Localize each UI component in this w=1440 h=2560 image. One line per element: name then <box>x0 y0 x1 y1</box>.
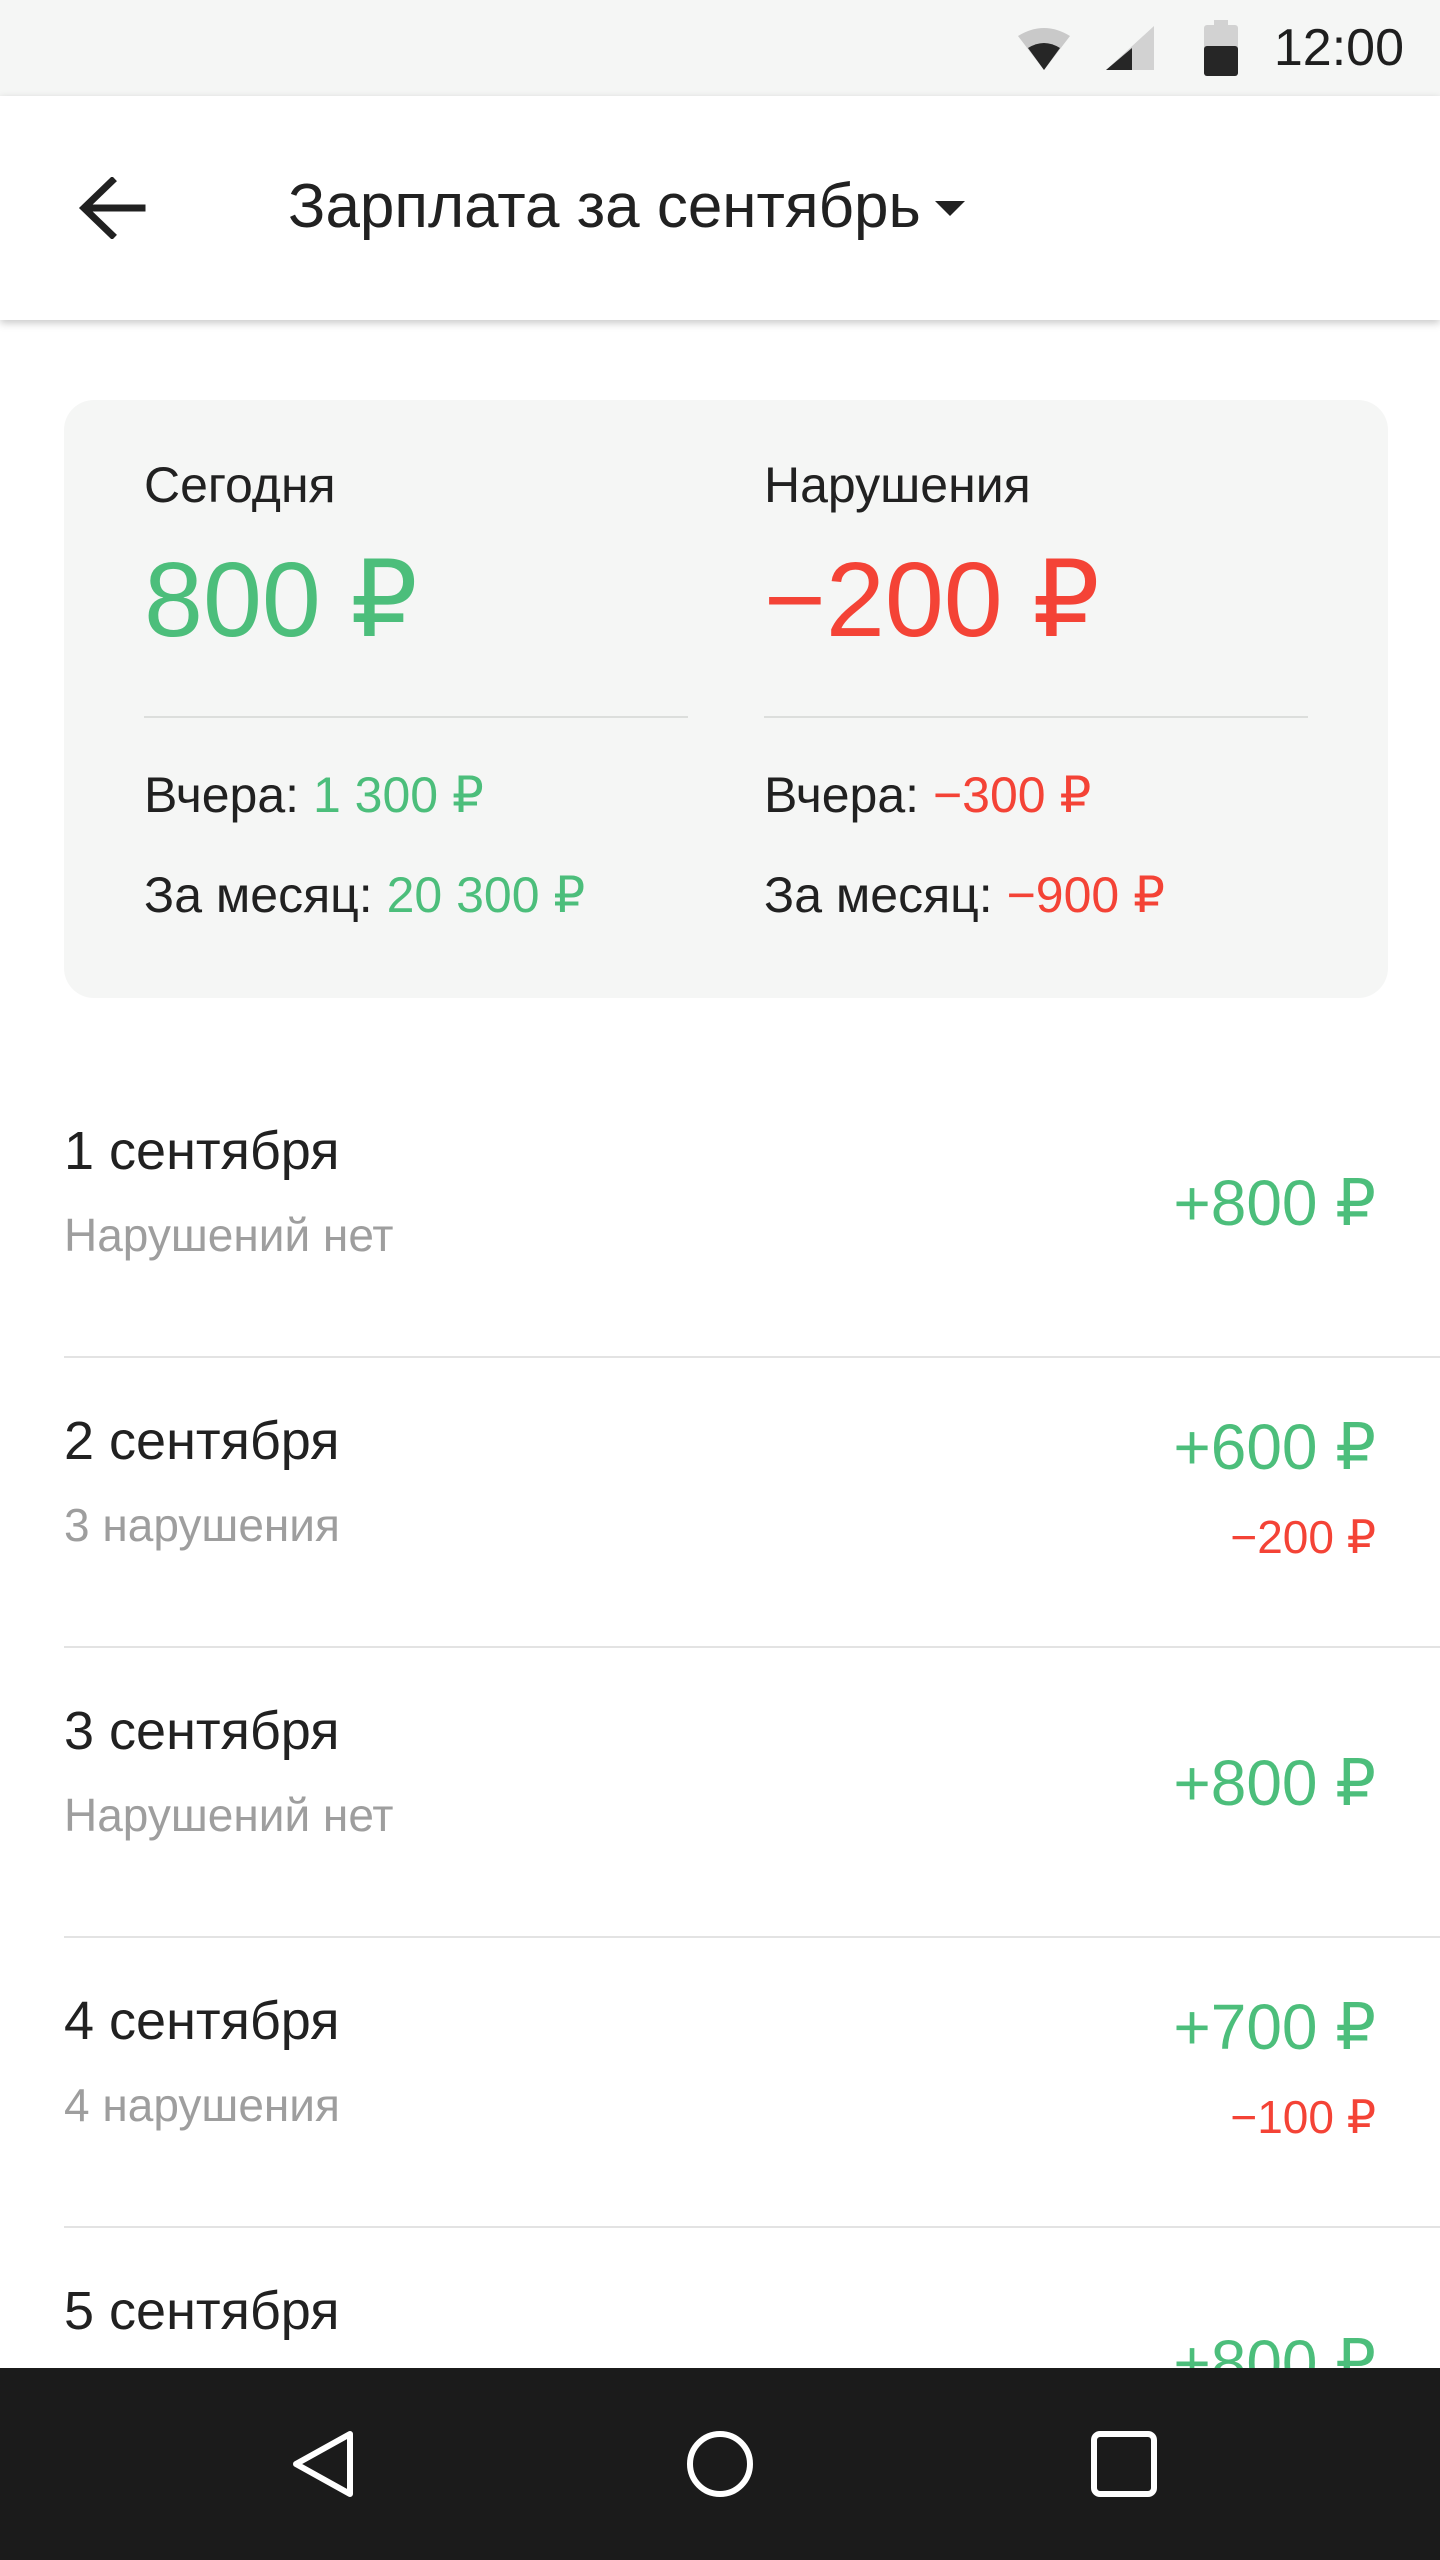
day-violations-status: 4 нарушения <box>64 2079 340 2131</box>
cell-signal-icon <box>1106 26 1154 70</box>
day-row[interactable]: 4 сентября 4 нарушения +700 ₽ −100 ₽ <box>64 1938 1440 2228</box>
month-value: 20 300 ₽ <box>386 867 586 923</box>
month-selector[interactable]: Зарплата за сентябрь <box>288 158 965 254</box>
day-row[interactable]: 3 сентября Нарушений нет +800 ₽ <box>64 1648 1440 1938</box>
yesterday-label: Вчера: <box>144 767 300 823</box>
today-yesterday: Вчера: 1 300 ₽ <box>144 766 484 824</box>
day-date: 4 сентября <box>64 1991 340 2051</box>
day-date: 3 сентября <box>64 1701 340 1761</box>
nav-home-button[interactable] <box>660 2404 780 2524</box>
yesterday-value: 1 300 ₽ <box>312 767 484 823</box>
violations-value: −200 ₽ <box>764 541 1100 659</box>
violations-month: За месяц: −900 ₽ <box>764 866 1165 924</box>
yesterday-value: −300 ₽ <box>932 767 1092 823</box>
divider <box>764 716 1308 718</box>
day-penalty: −200 ₽ <box>1230 1511 1376 1563</box>
day-violations-status: Нарушений нет <box>64 1209 394 1261</box>
violations-label: Нарушения <box>764 457 1031 513</box>
today-month: За месяц: 20 300 ₽ <box>144 866 585 924</box>
day-violations-status: Нарушений нет <box>64 1789 394 1841</box>
yesterday-label: Вчера: <box>764 767 920 823</box>
status-time: 12:00 <box>1273 19 1404 77</box>
system-navigation-bar <box>0 2368 1440 2560</box>
day-date: 2 сентября <box>64 1411 340 1471</box>
day-violations-status: 3 нарушения <box>64 1499 340 1551</box>
arrow-left-icon <box>78 177 146 239</box>
nav-home-icon <box>687 2431 753 2497</box>
app-bar: Зарплата за сентябрь <box>0 96 1440 320</box>
day-amount: +600 ₽ <box>1173 1411 1376 1483</box>
day-row[interactable]: 1 сентября Нарушений нет +800 ₽ <box>64 1068 1440 1358</box>
day-amount: +700 ₽ <box>1173 1991 1376 2063</box>
page-title: Зарплата за сентябрь <box>288 171 921 241</box>
day-date: 5 сентября <box>64 2281 340 2341</box>
status-bar: 12:00 <box>0 0 1440 96</box>
day-amount: +800 ₽ <box>1173 1747 1376 1819</box>
day-amount: +800 ₽ <box>1173 1167 1376 1239</box>
battery-icon <box>1204 20 1238 76</box>
day-row[interactable]: 2 сентября 3 нарушения +600 ₽ −200 ₽ <box>64 1358 1440 1648</box>
today-value: 800 ₽ <box>144 541 418 659</box>
summary-card: Сегодня 800 ₽ Вчера: 1 300 ₽ За месяц: 2… <box>64 400 1388 998</box>
day-penalty: −100 ₽ <box>1230 2091 1376 2143</box>
day-date: 1 сентября <box>64 1121 340 1181</box>
nav-back-button[interactable] <box>262 2404 382 2524</box>
nav-back-icon <box>293 2431 353 2497</box>
month-value: −900 ₽ <box>1006 867 1165 923</box>
month-label: За месяц: <box>144 867 373 923</box>
wifi-icon <box>1018 28 1070 70</box>
day-list: 1 сентября Нарушений нет +800 ₽ 2 сентяб… <box>0 1068 1440 2518</box>
today-label: Сегодня <box>144 457 336 513</box>
month-label: За месяц: <box>764 867 993 923</box>
nav-recents-icon <box>1091 2431 1157 2497</box>
caret-down-icon <box>934 201 965 216</box>
divider <box>144 716 688 718</box>
back-button[interactable] <box>52 148 172 268</box>
nav-recents-button[interactable] <box>1064 2404 1184 2524</box>
violations-yesterday: Вчера: −300 ₽ <box>764 766 1091 824</box>
